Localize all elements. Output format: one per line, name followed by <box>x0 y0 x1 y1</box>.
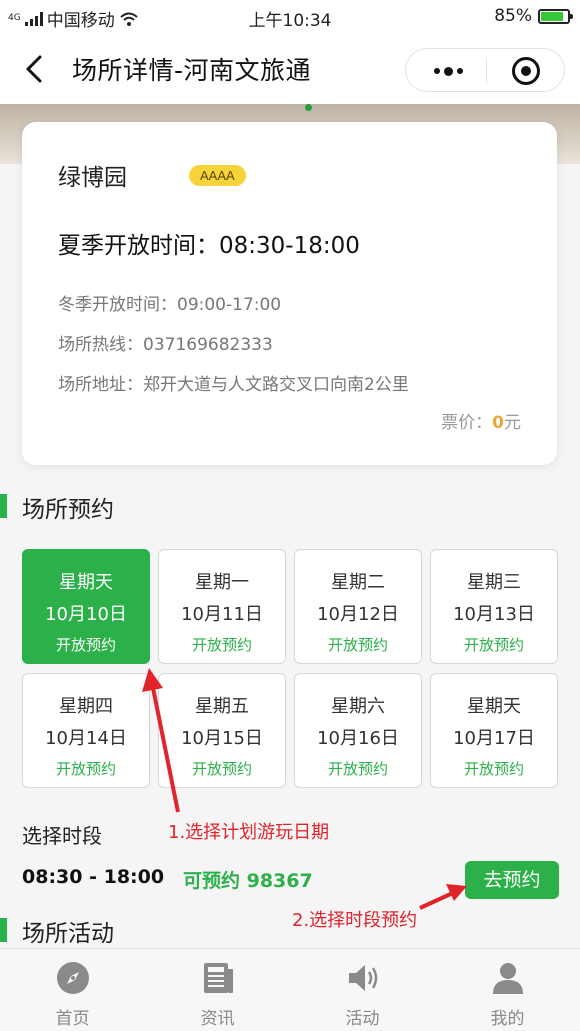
date-status: 开放预约 <box>191 760 252 778</box>
price-unit: 元 <box>504 413 521 433</box>
mini-program-capsule <box>405 48 565 92</box>
back-arrow-icon[interactable] <box>20 54 50 84</box>
tab-home-label: 首页 <box>55 1009 90 1029</box>
news-icon <box>204 963 233 993</box>
date-status: 开放预约 <box>55 760 116 778</box>
date-weekday: 星期五 <box>195 696 249 717</box>
date-status: 开放预约 <box>55 636 116 654</box>
capsule-divider <box>486 59 487 83</box>
more-icon[interactable] <box>426 59 470 83</box>
time-slot-label: 选择时段 <box>22 824 102 848</box>
tab-activities[interactable]: 活动 <box>290 949 435 1031</box>
battery-icon <box>538 8 573 24</box>
venue-info-card: 绿博园 AAAA 夏季开放时间：08:30-18:00 冬季开放时间：09:00… <box>22 122 557 465</box>
date-weekday: 星期一 <box>195 572 249 593</box>
activities-section-title: 场所活动 <box>0 914 114 948</box>
date-value: 10月10日 <box>45 604 127 625</box>
venue-name: 绿博园 <box>58 165 127 191</box>
time-slot-range: 08:30 - 18:00 <box>22 866 165 888</box>
summer-hours: 夏季开放时间：08:30-18:00 <box>58 233 360 259</box>
status-time: 上午10:34 <box>248 11 332 31</box>
venue-address: 场所地址：郑开大道与人文路交叉口向南2公里 <box>58 375 409 395</box>
venue-hotline: 场所热线：037169682333 <box>58 335 273 355</box>
date-weekday: 星期四 <box>59 696 113 717</box>
annotation-step2: 2.选择时段预约 <box>292 910 418 931</box>
date-status: 开放预约 <box>463 760 524 778</box>
book-button[interactable]: 去预约 <box>465 861 559 899</box>
date-weekday: 星期天 <box>59 572 113 593</box>
date-option-4[interactable]: 星期四 10月14日 开放预约 <box>22 673 150 788</box>
compass-icon <box>57 962 89 994</box>
speaker-icon <box>349 965 378 991</box>
slot-availability: 可预约 98367 <box>183 870 313 892</box>
carousel-indicator <box>305 104 312 111</box>
status-right: 85% <box>494 6 573 26</box>
date-option-3[interactable]: 星期三 10月13日 开放预约 <box>430 549 558 664</box>
date-status: 开放预约 <box>327 636 388 654</box>
date-value: 10月15日 <box>181 728 263 749</box>
tab-mine-label: 我的 <box>490 1009 525 1029</box>
date-value: 10月16日 <box>317 728 399 749</box>
date-option-5[interactable]: 星期五 10月15日 开放预约 <box>158 673 286 788</box>
nav-bar: 场所详情-河南文旅通 <box>0 34 580 104</box>
date-option-0[interactable]: 星期天 10月10日 开放预约 <box>22 549 150 664</box>
battery-percent: 85% <box>494 6 532 26</box>
date-status: 开放预约 <box>327 760 388 778</box>
scenic-level-badge: AAAA <box>189 165 246 186</box>
arrow-to-book <box>419 884 467 910</box>
tab-home[interactable]: 首页 <box>0 949 145 1031</box>
tab-mine[interactable]: 我的 <box>435 949 580 1031</box>
date-option-1[interactable]: 星期一 10月11日 开放预约 <box>158 549 286 664</box>
date-value: 10月12日 <box>317 604 399 625</box>
close-program-icon[interactable] <box>512 57 540 85</box>
date-weekday: 星期二 <box>331 572 385 593</box>
date-option-6[interactable]: 星期六 10月16日 开放预约 <box>294 673 422 788</box>
winter-hours: 冬季开放时间：09:00-17:00 <box>58 295 282 315</box>
status-bar: 4G 中国移动 上午10:34 85% <box>0 0 580 34</box>
tab-activities-label: 活动 <box>345 1009 380 1029</box>
price-label: 票价： <box>441 413 493 433</box>
user-icon <box>493 963 523 994</box>
reservation-section-title: 场所预约 <box>0 490 114 524</box>
tab-news[interactable]: 资讯 <box>145 949 290 1031</box>
page-title: 场所详情-河南文旅通 <box>72 56 312 85</box>
date-weekday: 星期三 <box>467 572 521 593</box>
date-option-2[interactable]: 星期二 10月12日 开放预约 <box>294 549 422 664</box>
ticket-price: 票价：0元 <box>441 408 521 433</box>
date-value: 10月17日 <box>453 728 535 749</box>
date-option-7[interactable]: 星期天 10月17日 开放预约 <box>430 673 558 788</box>
date-value: 10月14日 <box>45 728 127 749</box>
date-weekday: 星期天 <box>467 696 521 717</box>
date-value: 10月13日 <box>453 604 535 625</box>
price-value: 0 <box>492 413 504 433</box>
date-value: 10月11日 <box>181 604 263 625</box>
date-weekday: 星期六 <box>331 696 385 717</box>
bottom-tab-bar: 首页 资讯 活动 我的 <box>0 948 580 1031</box>
annotation-step1: 1.选择计划游玩日期 <box>168 822 330 843</box>
date-status: 开放预约 <box>191 636 252 654</box>
tab-news-label: 资讯 <box>200 1009 235 1029</box>
date-status: 开放预约 <box>463 636 524 654</box>
